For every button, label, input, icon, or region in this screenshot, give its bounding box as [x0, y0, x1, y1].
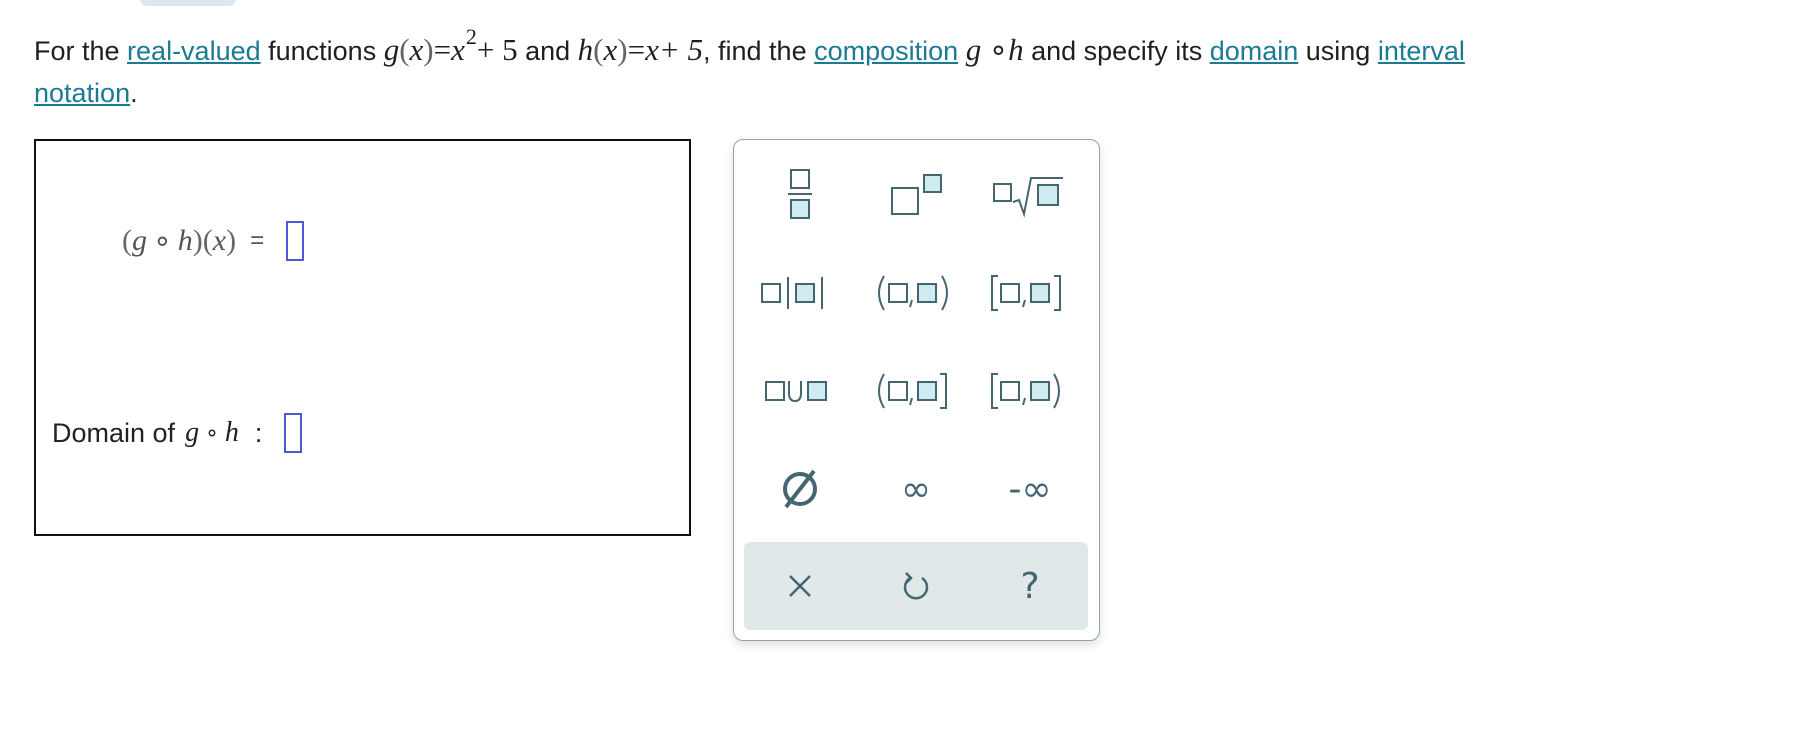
empty-set-icon	[783, 469, 817, 509]
closed-interval-button[interactable]	[980, 258, 1080, 328]
close-icon	[789, 575, 811, 597]
h-symbol: h	[1008, 32, 1024, 67]
closed-interval-icon	[991, 275, 1061, 311]
top-tab	[140, 0, 236, 6]
undo-icon	[903, 572, 929, 600]
x-symbol: x	[212, 224, 227, 257]
equals-sign: =	[250, 227, 265, 254]
rparen: )	[423, 32, 434, 67]
open-interval-icon	[878, 275, 948, 311]
absolute-value-icon	[761, 277, 823, 309]
left-open-interval-button[interactable]	[866, 356, 966, 426]
link-composition[interactable]: composition	[814, 36, 958, 66]
compose-operator: ∘	[205, 420, 219, 445]
prompt-text: , find the	[703, 36, 815, 66]
g-symbol: g	[132, 224, 147, 257]
rparen: )	[617, 32, 628, 67]
keypad-action-bar: ?	[744, 542, 1088, 630]
help-icon: ?	[1020, 565, 1040, 607]
g-symbol: g	[383, 32, 400, 67]
negative-infinity-icon: -∞	[1008, 468, 1052, 510]
nth-root-icon	[993, 177, 1063, 218]
prompt-text: functions	[260, 36, 384, 66]
equals-sign: =	[627, 32, 646, 67]
undo-button[interactable]	[866, 551, 966, 621]
superscript-icon	[891, 174, 942, 215]
link-notation[interactable]: notation	[34, 78, 130, 108]
lparen: (	[122, 224, 132, 257]
x-symbol: x	[409, 32, 424, 67]
superscript-button[interactable]	[866, 160, 966, 230]
help-button[interactable]: ?	[980, 551, 1080, 621]
union-icon	[765, 381, 827, 403]
prompt-text: and	[517, 36, 578, 66]
plus-five: + 5	[476, 32, 518, 67]
rparen: )	[192, 224, 203, 257]
domain-input[interactable]	[284, 413, 303, 453]
problem-statement: For the real-valued functions g(x)=x2+ 5…	[34, 24, 1774, 113]
nth-root-button[interactable]	[978, 160, 1078, 230]
infinity-button[interactable]: ∞	[866, 454, 966, 524]
h-symbol: h	[177, 224, 193, 257]
x-symbol: x	[451, 32, 465, 67]
link-real-valued[interactable]: real-valued	[127, 36, 261, 66]
link-interval[interactable]: interval	[1378, 36, 1465, 66]
link-domain[interactable]: domain	[1210, 36, 1299, 66]
g-symbol: g	[965, 32, 982, 67]
g-symbol: g	[185, 417, 200, 448]
answer-box: (g ∘ h)(x) = Domain of g ∘ h :	[34, 139, 691, 536]
absolute-value-button[interactable]	[750, 258, 850, 328]
clear-button[interactable]	[750, 551, 850, 621]
lparen: (	[399, 32, 410, 67]
prompt-text: For the	[34, 36, 128, 66]
compose-operator: ∘	[988, 32, 1009, 67]
colon: :	[254, 417, 263, 448]
fraction-icon	[788, 169, 812, 219]
empty-set-button[interactable]	[750, 454, 850, 524]
prompt-text: .	[130, 78, 138, 108]
x-plus-five: x+ 5	[645, 32, 704, 67]
lparen: (	[593, 32, 604, 67]
fraction-button[interactable]	[750, 160, 850, 230]
h-symbol: h	[224, 417, 239, 448]
composition-row: (g ∘ h)(x) =	[122, 211, 305, 271]
domain-row: Domain of g ∘ h :	[52, 403, 303, 463]
right-open-interval-button[interactable]	[980, 356, 1080, 426]
exponent: 2	[465, 24, 477, 49]
domain-label: Domain of	[52, 417, 176, 448]
negative-infinity-button[interactable]: -∞	[980, 454, 1080, 524]
composition-input[interactable]	[286, 221, 305, 261]
right-open-interval-icon	[991, 373, 1060, 409]
equals-sign: =	[433, 32, 452, 67]
math-keypad: ∞ -∞ ?	[733, 139, 1100, 641]
open-interval-button[interactable]	[866, 258, 966, 328]
compose-operator: ∘	[153, 224, 172, 258]
lparen: (	[202, 224, 213, 257]
prompt-text: using	[1298, 36, 1378, 66]
union-button[interactable]	[750, 356, 850, 426]
h-symbol: h	[577, 32, 594, 67]
x-symbol: x	[603, 32, 618, 67]
left-open-interval-icon	[878, 373, 947, 409]
prompt-text: and specify its	[1023, 36, 1210, 66]
infinity-icon: ∞	[901, 468, 931, 510]
rparen: )	[226, 224, 237, 257]
